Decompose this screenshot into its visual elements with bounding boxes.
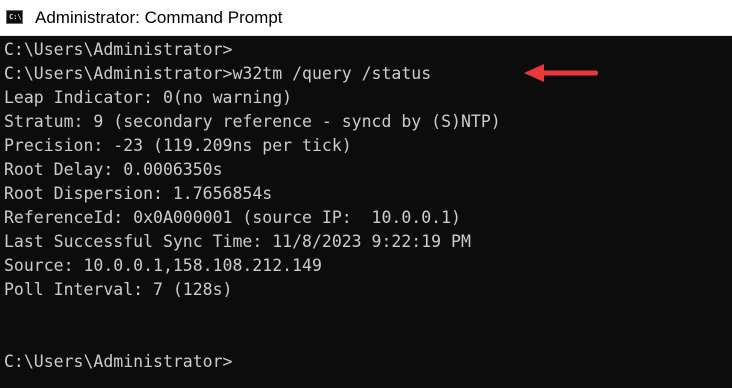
console-line-poll-interval: Poll Interval: 7 (128s) xyxy=(4,280,233,299)
cmd-icon-glyph: C:\ xyxy=(9,13,22,21)
console-line-reference-id: ReferenceId: 0x0A000001 (source IP: 10.0… xyxy=(4,208,461,227)
arrow-left-icon xyxy=(524,64,598,82)
console-line-prompt-final: C:\Users\Administrator> xyxy=(4,352,233,371)
console-line-prompt: C:\Users\Administrator> xyxy=(4,40,233,59)
console-line-last-sync: Last Successful Sync Time: 11/8/2023 9:2… xyxy=(4,232,471,251)
console-line-stratum: Stratum: 9 (secondary reference - syncd … xyxy=(4,112,501,131)
console-line-root-dispersion: Root Dispersion: 1.7656854s xyxy=(4,184,273,203)
console-line-root-delay: Root Delay: 0.0006350s xyxy=(4,160,223,179)
command-prompt-window: C:\ Administrator: Command Prompt C:\Use… xyxy=(0,0,732,388)
window-title: Administrator: Command Prompt xyxy=(35,8,283,27)
console-line-source: Source: 10.0.0.1,158.108.212.149 xyxy=(4,256,322,275)
cmd-icon: C:\ xyxy=(6,10,23,24)
console-line-command: C:\Users\Administrator>w32tm /query /sta… xyxy=(4,64,432,83)
title-bar[interactable]: C:\ Administrator: Command Prompt xyxy=(0,0,732,36)
console-output[interactable]: C:\Users\Administrator> C:\Users\Adminis… xyxy=(0,36,732,388)
console-line-leap: Leap Indicator: 0(no warning) xyxy=(4,88,293,107)
console-line-precision: Precision: -23 (119.209ns per tick) xyxy=(4,136,352,155)
